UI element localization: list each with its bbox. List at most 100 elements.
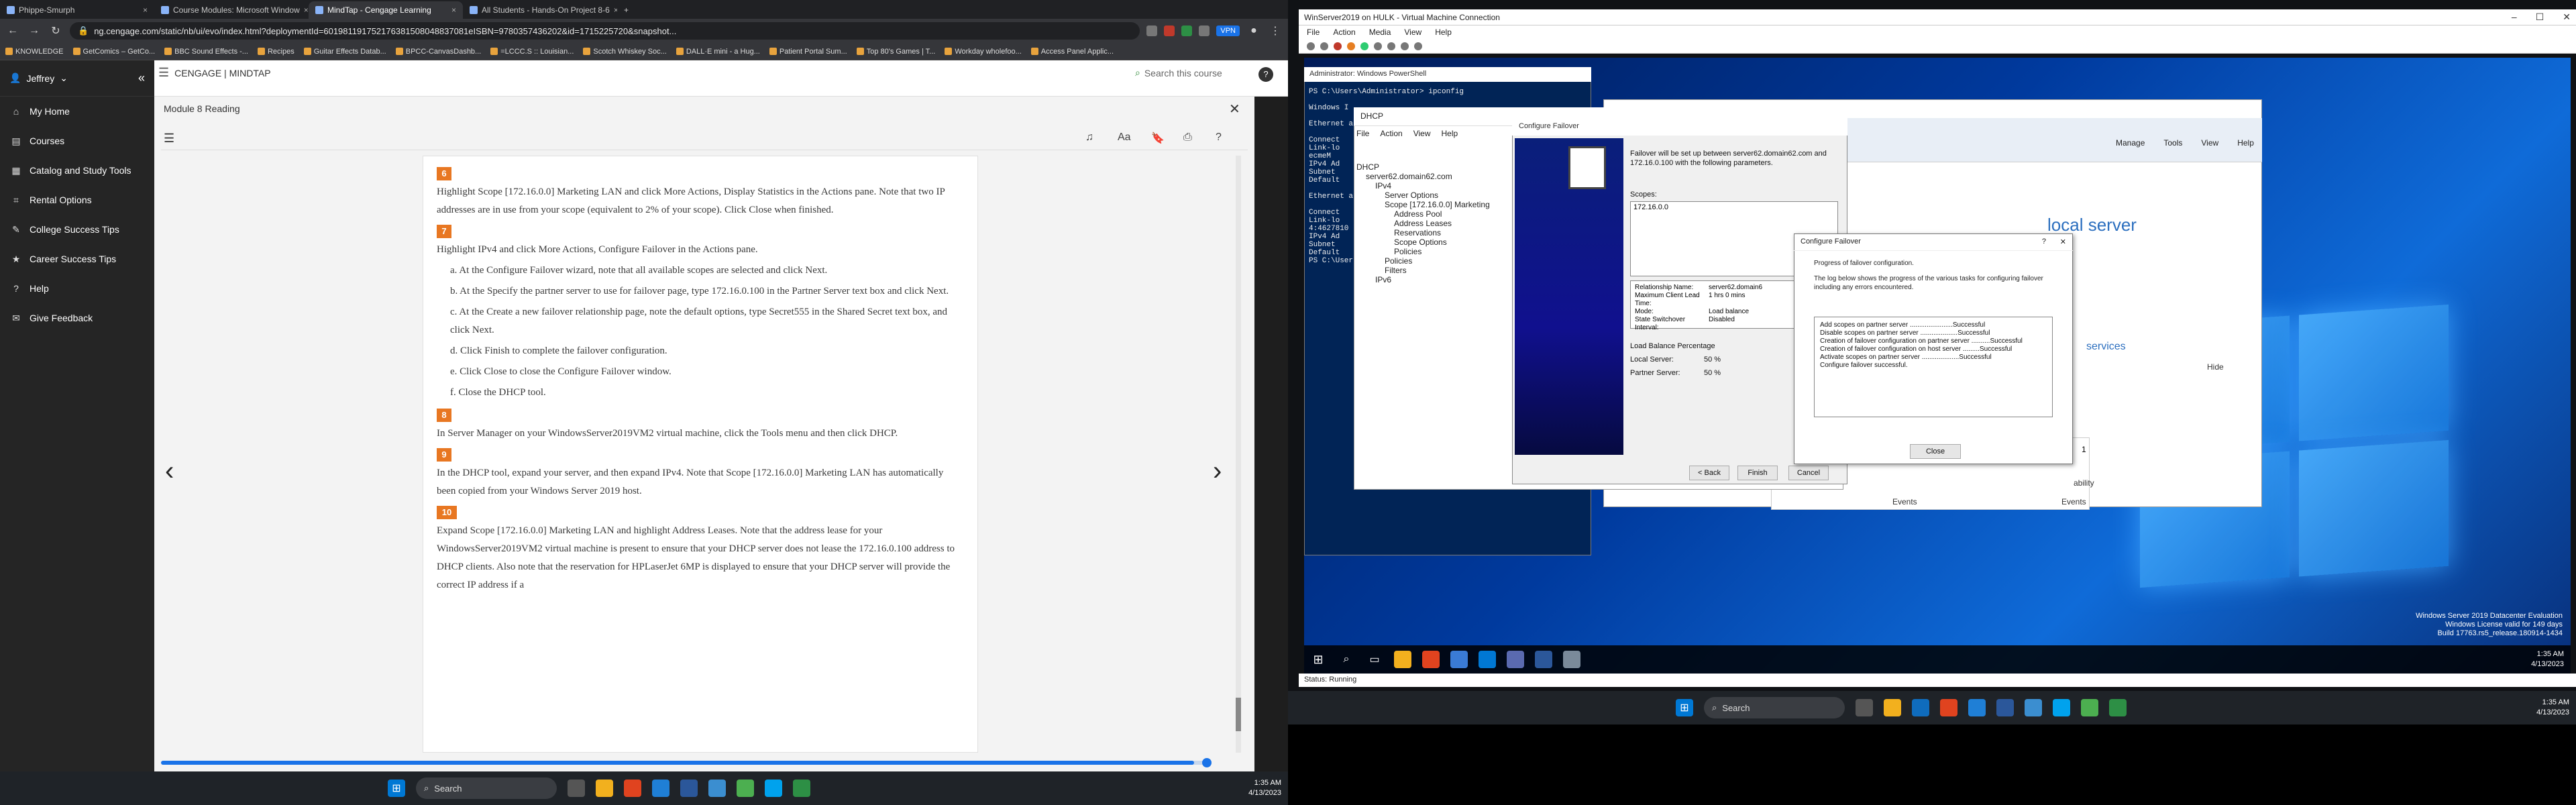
bookmark-item[interactable]: Top 80's Games | T... — [856, 48, 935, 56]
app-icon[interactable] — [1968, 699, 1986, 716]
table-of-contents-icon[interactable]: ☰ — [164, 131, 174, 146]
cancel-button[interactable]: Cancel — [1788, 466, 1829, 480]
scrollbar[interactable] — [1236, 156, 1241, 753]
app-icon[interactable] — [1479, 651, 1496, 668]
start-icon[interactable]: ⊞ — [388, 780, 405, 797]
reading-progress-handle[interactable] — [1202, 758, 1212, 767]
bookmark-item[interactable]: DALL·E mini - a Hug... — [676, 48, 760, 56]
vpn-badge[interactable]: VPN — [1216, 25, 1240, 36]
user-menu[interactable]: 👤 Jeffrey ⌄ « — [0, 60, 154, 97]
sidebar-item[interactable]: ▤ Courses — [0, 126, 154, 156]
sidebar-item[interactable]: ★ Career Success Tips — [0, 244, 154, 274]
start-icon[interactable]: ⊞ — [1676, 699, 1693, 716]
browser-tab-active[interactable]: MindTap - Cengage Learning × — [309, 1, 463, 19]
back-arrow-icon[interactable]: ← — [5, 25, 20, 37]
print-icon[interactable]: ⎙ — [1183, 131, 1192, 144]
close-icon[interactable]: ✕ — [2563, 11, 2571, 23]
text-to-speech-icon[interactable]: ♫ — [1085, 131, 1093, 144]
finish-button[interactable]: Finish — [1737, 466, 1778, 480]
server-manager-menu-item[interactable]: Tools — [2163, 138, 2182, 148]
sidebar-item[interactable]: ✎ College Success Tips — [0, 215, 154, 244]
dhcp-tree-node[interactable]: Address Leases — [1356, 219, 1509, 228]
dhcp-tree-node[interactable]: IPv4 — [1356, 181, 1509, 191]
address-bar[interactable]: 🔒 ng.cengage.com/static/nb/ui/evo/index.… — [70, 22, 1140, 40]
profile-icon[interactable]: ● — [1246, 25, 1261, 37]
back-button[interactable]: < Back — [1689, 466, 1729, 480]
dhcp-tree-node[interactable]: Scope [172.16.0.0] Marketing — [1356, 200, 1509, 209]
collapse-sidebar-icon[interactable]: « — [138, 71, 145, 85]
help-icon[interactable]: ? — [2042, 237, 2046, 246]
hamburger-icon[interactable]: ☰ — [158, 66, 169, 80]
close-icon[interactable]: × — [451, 5, 456, 15]
chrome-icon[interactable] — [793, 780, 810, 797]
next-page-arrow-icon[interactable]: › — [1213, 456, 1222, 486]
vm-clock[interactable]: 1:35 AM 4/13/2023 — [2531, 649, 2571, 669]
dhcp-tree-node[interactable]: server62.domain62.com — [1356, 172, 1509, 181]
app-icon[interactable] — [708, 780, 726, 797]
bookmark-item[interactable]: BPCC-CanvasDashb... — [395, 48, 481, 56]
reset-icon[interactable] — [1387, 42, 1395, 50]
search-icon[interactable]: ⌕ — [1338, 651, 1355, 668]
dhcp-tree-node[interactable]: Filters — [1356, 266, 1509, 275]
extension-icon[interactable] — [1181, 25, 1193, 36]
vm-menu-item[interactable]: Media — [1369, 28, 1391, 37]
app-icon[interactable] — [2025, 699, 2042, 716]
app-icon[interactable] — [1507, 651, 1524, 668]
start-icon[interactable]: ⊞ — [1309, 651, 1327, 668]
turn-off-icon[interactable] — [1334, 42, 1342, 50]
scope-item[interactable]: 172.16.0.0 — [1633, 203, 1835, 211]
close-icon[interactable]: ✕ — [1229, 101, 1240, 117]
server-manager-icon[interactable] — [1450, 651, 1468, 668]
dhcp-menu-item[interactable]: Help — [1442, 129, 1458, 138]
dhcp-icon[interactable] — [1563, 651, 1580, 668]
bookmark-icon[interactable]: 🔖 — [1151, 131, 1165, 145]
file-explorer-icon[interactable] — [1884, 699, 1901, 716]
task-view-icon[interactable]: ▭ — [1366, 651, 1383, 668]
dhcp-menu-item[interactable]: View — [1413, 129, 1431, 138]
server-manager-menu-item[interactable]: Help — [2237, 138, 2254, 148]
left-clock[interactable]: 1:35 AM 4/13/2023 — [1248, 778, 1288, 798]
services-link[interactable]: services — [2086, 341, 2126, 353]
checkpoint-icon[interactable] — [1401, 42, 1409, 50]
vm-menu-item[interactable]: Help — [1435, 28, 1452, 37]
app-icon[interactable] — [2053, 699, 2070, 716]
previous-page-arrow-icon[interactable]: ‹ — [165, 456, 174, 486]
dhcp-tree-node[interactable]: Scope Options — [1356, 237, 1509, 247]
browser-tab[interactable]: Course Modules: Microsoft Window × — [154, 1, 309, 19]
vscode-icon[interactable] — [1996, 699, 2014, 716]
file-explorer-icon[interactable] — [1394, 651, 1411, 668]
shutdown-icon[interactable] — [1347, 42, 1355, 50]
sidebar-item[interactable]: ? Help — [0, 274, 154, 303]
menu-dots-icon[interactable]: ⋮ — [1268, 24, 1283, 38]
pause-icon[interactable] — [1374, 42, 1382, 50]
brave-icon[interactable] — [624, 780, 641, 797]
vm-menu-item[interactable]: Action — [1333, 28, 1355, 37]
app-icon[interactable] — [737, 780, 754, 797]
browser-tab[interactable]: All Students - Hands-On Project 8-6 × — [463, 1, 617, 19]
bookmark-item[interactable]: Workday wholefoo... — [945, 48, 1022, 56]
bookmark-item[interactable]: KNOWLEDGE — [5, 48, 64, 56]
vm-menu-item[interactable]: View — [1404, 28, 1421, 37]
vm-menu-item[interactable]: File — [1307, 28, 1320, 37]
sidebar-item[interactable]: ⌂ My Home — [0, 97, 154, 126]
bookmark-item[interactable]: Patient Portal Sum... — [769, 48, 847, 56]
bookmark-item[interactable]: Guitar Effects Datab... — [303, 48, 386, 56]
course-search[interactable]: ⌕ Search this course — [1135, 67, 1222, 78]
server-manager-menu-item[interactable]: View — [2201, 138, 2218, 148]
file-explorer-icon[interactable] — [596, 780, 613, 797]
server-manager-menu-item[interactable]: Manage — [2116, 138, 2145, 148]
new-tab-button[interactable]: + — [617, 1, 637, 19]
font-size-icon[interactable]: Aa — [1118, 131, 1131, 144]
close-button[interactable]: Close — [1910, 444, 1961, 459]
puzzle-icon[interactable] — [1199, 25, 1210, 36]
close-icon[interactable]: × — [304, 5, 309, 15]
start-vm-icon[interactable] — [1320, 42, 1328, 50]
app-icon[interactable] — [652, 780, 669, 797]
events-label[interactable]: Events — [1892, 497, 1917, 506]
dhcp-tree-node[interactable]: Policies — [1356, 247, 1509, 256]
app-icon[interactable] — [2081, 699, 2098, 716]
bookmark-item[interactable]: BBC Sound Effects -... — [164, 48, 248, 56]
task-view-icon[interactable] — [568, 780, 585, 797]
scrollbar-thumb[interactable] — [1236, 698, 1241, 731]
dhcp-tree-node[interactable]: IPv6 — [1356, 275, 1509, 284]
